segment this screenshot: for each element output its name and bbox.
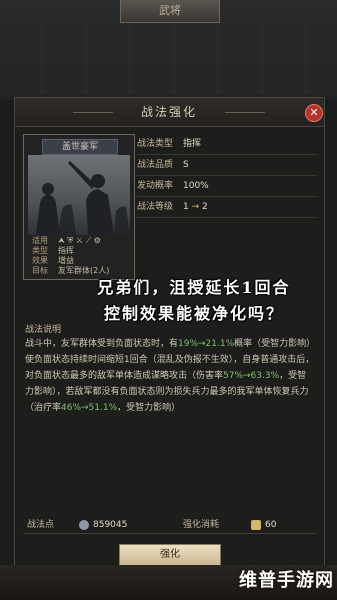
card-info-key: 效果 — [32, 256, 48, 265]
top-tab[interactable]: 武将 — [120, 0, 220, 23]
siege-icon: ⚙ — [93, 236, 101, 245]
stat-label: 战法品质 — [137, 160, 174, 170]
stat-skill-quality: 战法品质 S — [137, 155, 317, 176]
skill-points-icon — [79, 520, 89, 530]
enhance-cost-value: 60 — [265, 520, 277, 530]
card-info-value: 指挥 — [58, 246, 74, 255]
panel-title: 战法强化 — [140, 105, 197, 119]
stat-skill-level: 战法等级 1 → 2 — [137, 197, 317, 218]
panel-header: 战法强化 ✕ — [15, 98, 324, 127]
card-info-key: 类型 — [32, 246, 48, 255]
skill-card-info: 适用 ⮝ ⛨ ⚔ ⟋ ⚙ 类型 指挥 效果 增益 目标 友军群体(2人) — [28, 236, 130, 276]
resource-bar: 战法点 859045 强化消耗 60 — [23, 516, 316, 534]
description-value: 19%→21.1% — [178, 339, 235, 349]
overlay-caption-line2: 控制效果能被净化吗？ — [103, 304, 284, 323]
stat-trigger-rate: 发动概率 100% — [137, 176, 317, 197]
stat-value: 指挥 — [183, 139, 202, 149]
skill-points-label: 战法点 — [27, 520, 55, 530]
bow-icon: ⚔ — [75, 236, 84, 245]
card-info-value: 增益 — [58, 256, 74, 265]
card-info-row: 适用 ⮝ ⛨ ⚔ ⟋ ⚙ — [28, 236, 130, 246]
cavalry-icon: ⮝ — [58, 236, 65, 245]
watermark-logo: 维普手游网 — [239, 570, 334, 591]
cost-icon — [251, 520, 261, 530]
description-segment: ，受智力影响） — [117, 403, 181, 413]
stat-label: 战法等级 — [137, 202, 174, 212]
level-current: 1 — [183, 202, 189, 212]
divider — [23, 533, 316, 534]
skill-enhance-panel: 战法强化 ✕ 盖世豪军 适用 ⮝ ⛨ ⚔ ⟋ ⚙ 类型 指挥 效果 增益 目标 … — [14, 97, 325, 567]
background-scenery — [0, 25, 337, 95]
overlay-caption-line1: 兄弟们，沮授延长1回合 — [97, 278, 291, 297]
close-icon: ✕ — [309, 106, 319, 119]
spear-icon: ⟋ — [85, 236, 92, 245]
shield-icon: ⛨ — [67, 236, 74, 245]
card-info-row: 效果 增益 — [28, 256, 130, 266]
title-decoration-left — [73, 112, 113, 113]
enhance-button[interactable]: 强化 — [119, 544, 221, 566]
stat-skill-type: 战法类型 指挥 — [137, 134, 317, 155]
card-info-key: 适用 — [32, 236, 48, 245]
level-next: 2 — [202, 202, 208, 212]
description-value: 57%→63.3% — [223, 371, 280, 381]
title-decoration-right — [225, 112, 265, 113]
level-arrow-icon: → — [191, 202, 200, 212]
description-text: 战斗中，友军群体受到负面状态时，有19%→21.1%概率（受智力影响）使负面状态… — [25, 336, 315, 416]
description-segment: 战斗中，友军群体受到负面状态时，有 — [25, 339, 179, 349]
stat-label: 战法类型 — [137, 139, 174, 149]
stat-value: 100% — [183, 181, 209, 191]
stat-label: 发动概率 — [137, 181, 174, 191]
stat-value: S — [183, 160, 189, 170]
description-title: 战法说明 — [25, 325, 62, 335]
card-info-key: 目标 — [32, 266, 48, 275]
enhance-cost-label: 强化消耗 — [183, 520, 220, 530]
skill-card-artwork — [28, 155, 130, 235]
stat-level-value: 1 → 2 — [183, 197, 208, 217]
card-info-row: 类型 指挥 — [28, 246, 130, 256]
skill-points-value: 859045 — [93, 520, 128, 530]
skill-card: 盖世豪军 适用 ⮝ ⛨ ⚔ ⟋ ⚙ 类型 指挥 效果 增益 目标 友军群体(2人… — [23, 134, 135, 280]
skill-card-name: 盖世豪军 — [42, 139, 118, 155]
troop-type-icons: ⮝ ⛨ ⚔ ⟋ ⚙ — [58, 236, 101, 246]
description-value: 46%→51.1% — [61, 403, 118, 413]
close-button[interactable]: ✕ — [305, 104, 323, 122]
